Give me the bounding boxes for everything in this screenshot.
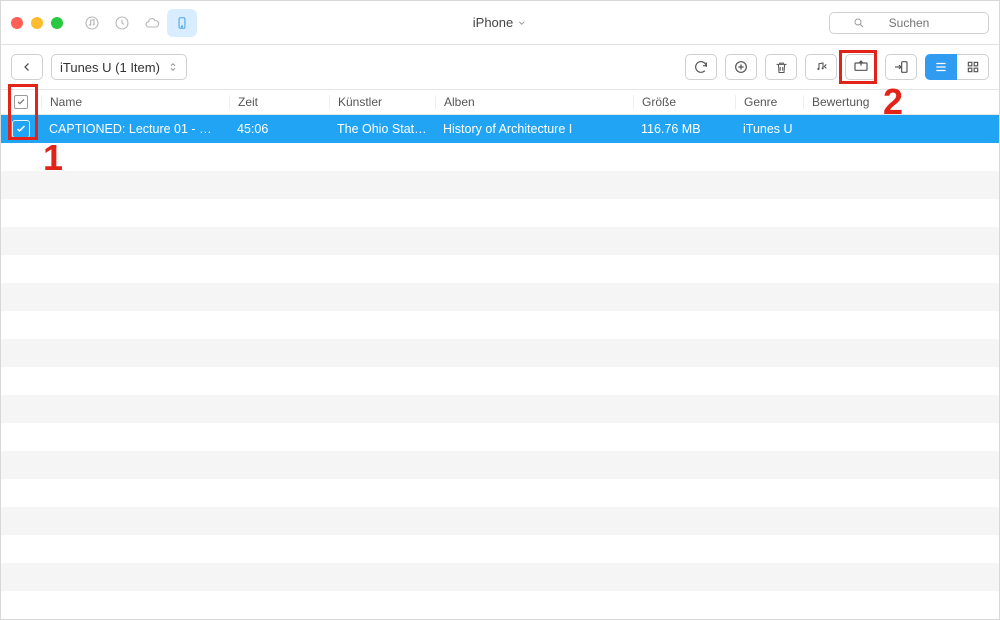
updown-icon [168, 60, 178, 74]
select-all-checkbox[interactable] [14, 95, 28, 109]
to-itunes-button[interactable] [805, 54, 837, 80]
table-header: Name Zeit Künstler Alben Größe Genre Bew… [1, 89, 999, 115]
toolbar: iTunes U (1 Item) [1, 45, 999, 89]
row-artist: The Ohio State… [329, 122, 435, 136]
to-computer-button[interactable] [845, 54, 877, 80]
history-icon[interactable] [107, 9, 137, 37]
empty-row [1, 199, 999, 227]
empty-row [1, 171, 999, 199]
col-rating[interactable]: Bewertung [803, 95, 883, 109]
device-selector[interactable]: iPhone [473, 15, 527, 30]
list-view-button[interactable] [925, 54, 957, 80]
close-window-button[interactable] [11, 17, 23, 29]
back-button[interactable] [11, 54, 43, 80]
col-artist[interactable]: Künstler [329, 95, 435, 109]
grid-view-button[interactable] [957, 54, 989, 80]
empty-row [1, 507, 999, 535]
empty-row [1, 395, 999, 423]
zoom-window-button[interactable] [51, 17, 63, 29]
empty-row [1, 311, 999, 339]
col-time[interactable]: Zeit [229, 95, 329, 109]
cloud-icon[interactable] [137, 9, 167, 37]
delete-button[interactable] [765, 54, 797, 80]
empty-row [1, 535, 999, 563]
add-button[interactable] [725, 54, 757, 80]
empty-row [1, 367, 999, 395]
source-selector [77, 9, 197, 37]
table-body: CAPTIONED: Lecture 01 - Wh… 45:06 The Oh… [1, 115, 999, 591]
col-name[interactable]: Name [41, 95, 229, 109]
row-checkbox[interactable] [12, 120, 30, 138]
minimize-window-button[interactable] [31, 17, 43, 29]
category-dropdown[interactable]: iTunes U (1 Item) [51, 54, 187, 80]
to-device-button[interactable] [885, 54, 917, 80]
empty-row [1, 283, 999, 311]
category-dropdown-label: iTunes U (1 Item) [60, 60, 160, 75]
col-size[interactable]: Größe [633, 95, 735, 109]
empty-row [1, 423, 999, 451]
col-album[interactable]: Alben [435, 95, 633, 109]
row-check-cell [1, 120, 41, 138]
search-icon [853, 17, 865, 29]
row-genre: iTunes U [735, 122, 803, 136]
empty-row [1, 563, 999, 591]
titlebar: iPhone [1, 1, 999, 45]
chevron-down-icon [517, 18, 527, 28]
device-icon[interactable] [167, 9, 197, 37]
search-wrap [829, 12, 989, 34]
empty-row [1, 143, 999, 171]
empty-row [1, 451, 999, 479]
empty-row [1, 227, 999, 255]
row-album: History of Architecture I [435, 122, 633, 136]
device-name: iPhone [473, 15, 513, 30]
traffic-lights [1, 17, 63, 29]
row-size: 116.76 MB [633, 122, 735, 136]
toolbar-actions [685, 54, 989, 80]
refresh-button[interactable] [685, 54, 717, 80]
empty-row [1, 255, 999, 283]
view-mode-segment [925, 54, 989, 80]
row-name: CAPTIONED: Lecture 01 - Wh… [41, 122, 229, 136]
col-genre[interactable]: Genre [735, 95, 803, 109]
table-row[interactable]: CAPTIONED: Lecture 01 - Wh… 45:06 The Oh… [1, 115, 999, 143]
empty-row [1, 479, 999, 507]
row-time: 45:06 [229, 122, 329, 136]
itunes-icon[interactable] [77, 9, 107, 37]
select-all-cell [1, 95, 41, 109]
empty-row [1, 339, 999, 367]
